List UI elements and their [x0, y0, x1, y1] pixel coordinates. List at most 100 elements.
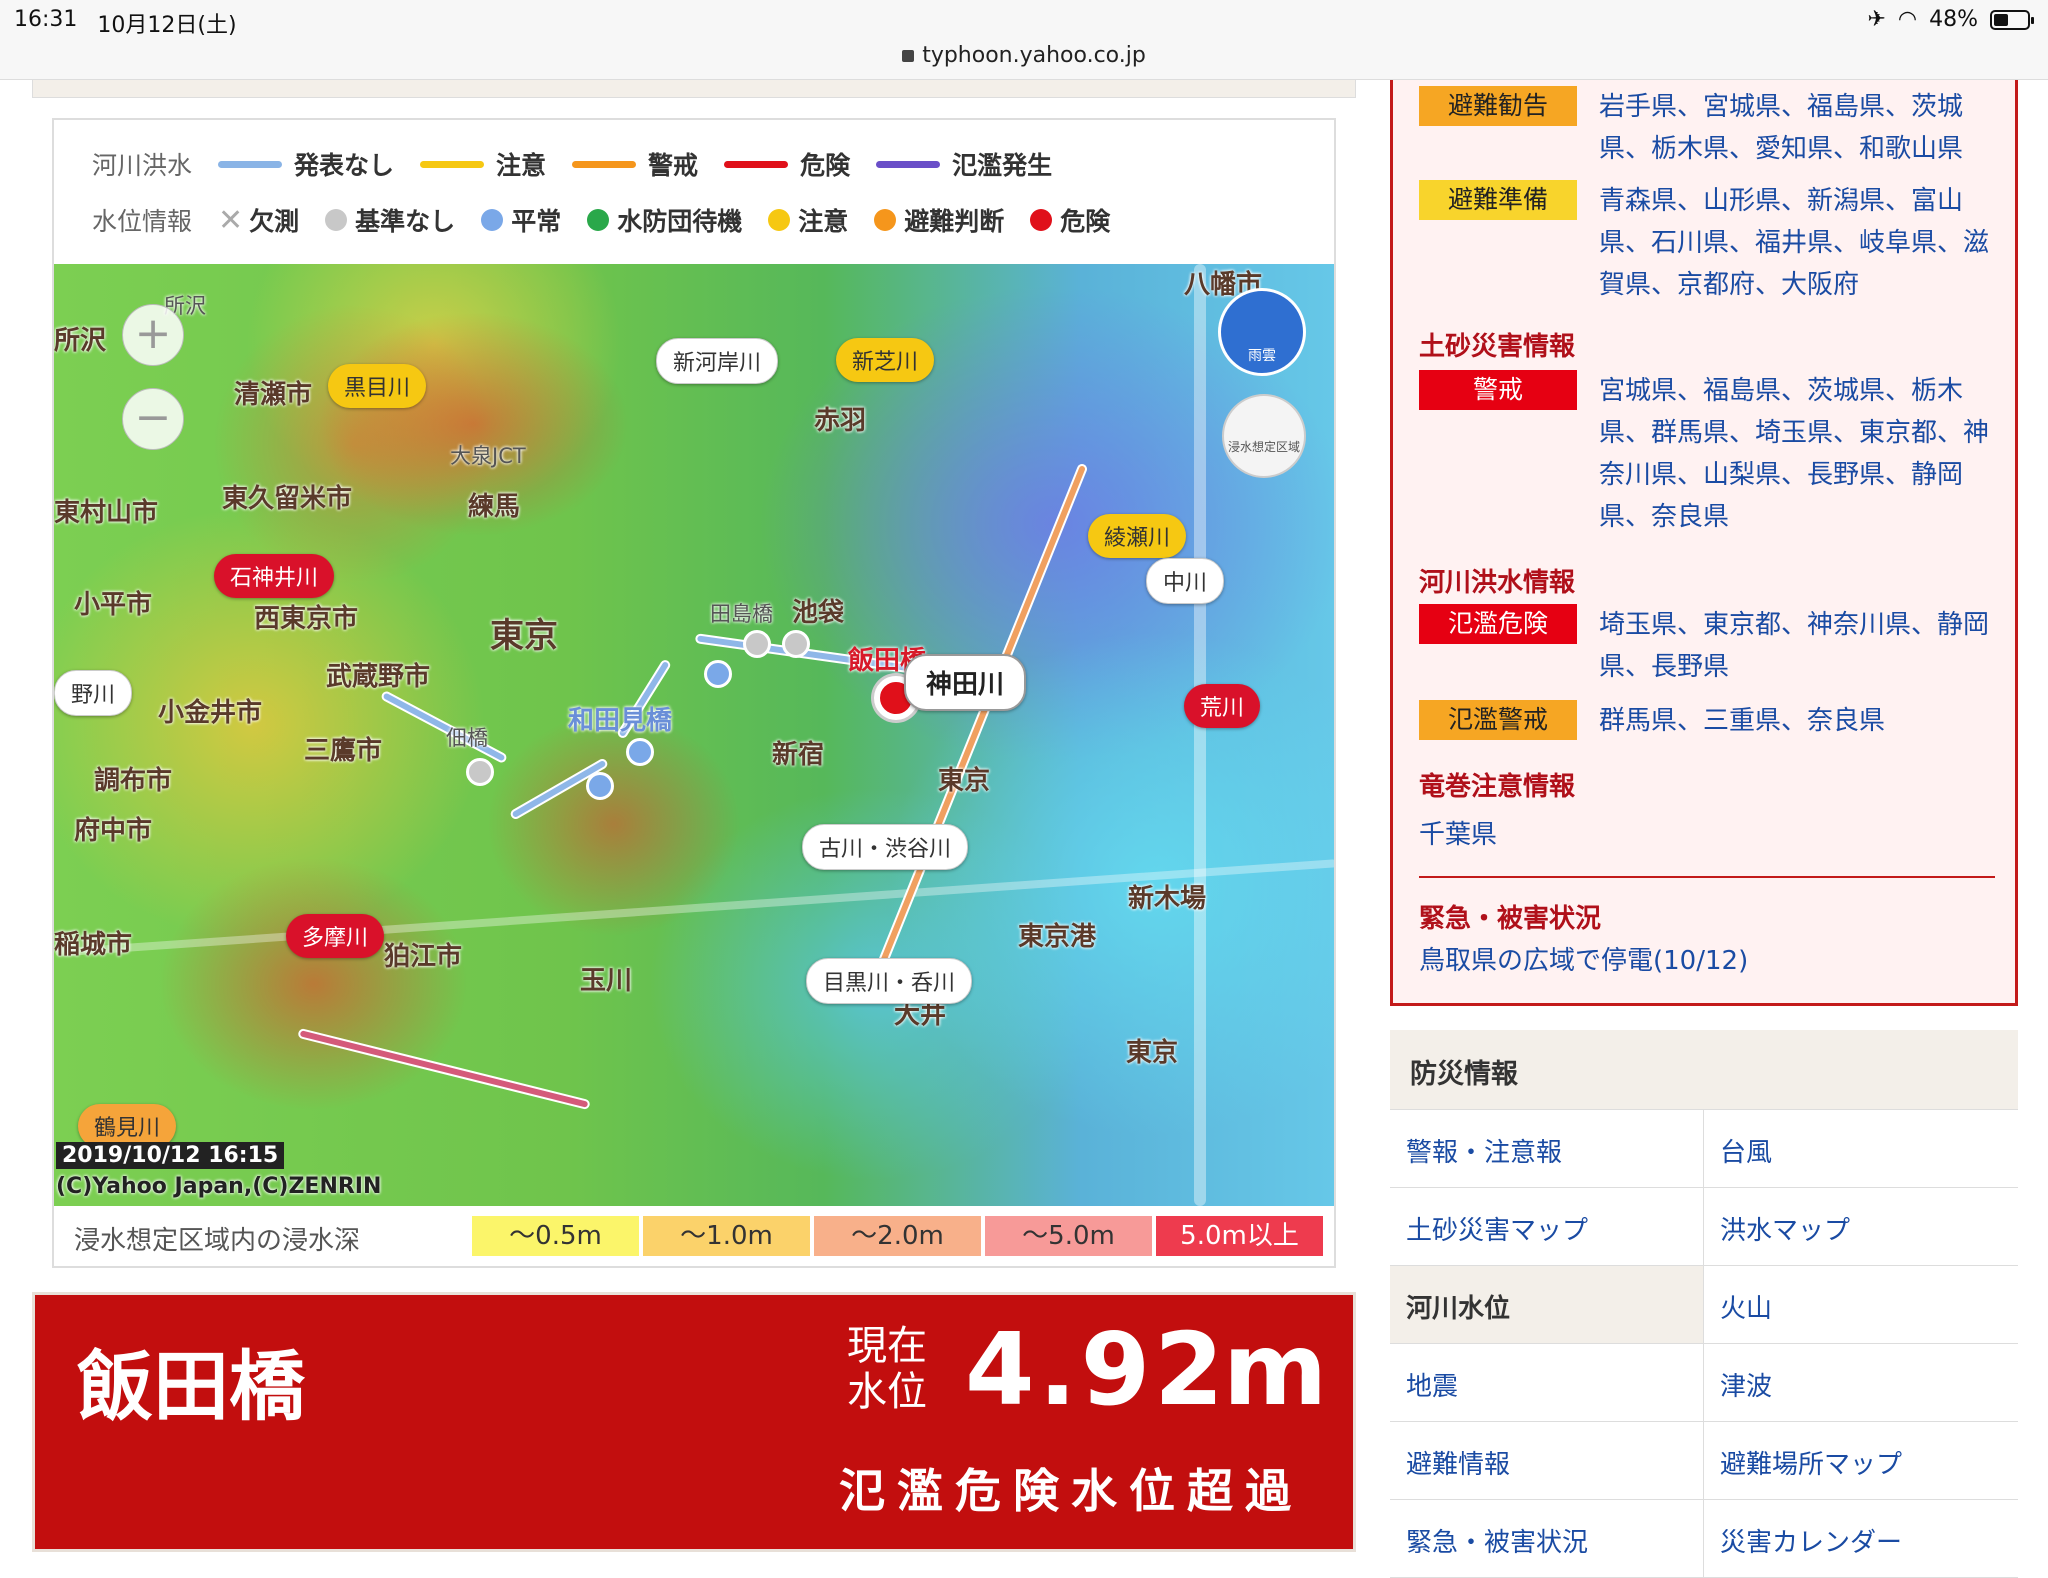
river-tag[interactable]: 石神井川 [214, 554, 335, 598]
rain-cloud-toggle[interactable]: 雨雲 [1218, 288, 1306, 376]
zoom-out-button[interactable]: − [122, 388, 184, 450]
level-legend-item: 水防団待機 [587, 202, 742, 238]
place-label: 東久留米市 [222, 484, 353, 514]
water-level-marker[interactable] [782, 630, 810, 658]
alert-panel: 避難勧告 岩手県、宮城県、福島県、茨城県、栃木県、愛知県、和歌山県 避難準備 青… [1390, 80, 2018, 1006]
menu-link[interactable]: 土砂災害マップ [1390, 1188, 1704, 1266]
airplane-icon: ✈ [1867, 7, 1886, 32]
rain-cloud-label: 雨雲 [1248, 348, 1276, 364]
missing-x-icon: ✕ [218, 202, 244, 238]
station-name: 飯田橋 [77, 1342, 305, 1431]
flood-depth-label: 浸水想定区域内の浸水深 [74, 1226, 361, 1256]
river-tag[interactable]: 中川 [1146, 558, 1225, 604]
flood-depth-legend: 浸水想定区域内の浸水深 ～0.5m ～1.0m ～2.0m ～5.0m 5.0m… [52, 1206, 1336, 1268]
menu-link[interactable]: 災害カレンダー [1704, 1500, 2018, 1578]
alert-row: 警戒 宮城県、福島県、茨城県、栃木県、群馬県、埼玉県、東京都、神奈川県、山梨県、… [1419, 370, 1999, 538]
flood-area-toggle[interactable]: 浸水想定区域 [1222, 394, 1306, 478]
water-level-marker[interactable] [626, 738, 654, 766]
alert-row: 氾濫危険 埼玉県、東京都、神奈川県、静岡県、長野県 [1419, 604, 1999, 688]
alert-prefs[interactable]: 千葉県 [1419, 814, 1497, 851]
map-legend: 河川洪水 発表なし 注意 警戒 危険 氾濫発生 水位情報 ✕ 欠測 基準なし 平常… [52, 118, 1336, 268]
flood-area-label: 浸水想定区域 [1227, 440, 1300, 454]
menu-link[interactable]: 避難場所マップ [1704, 1422, 2018, 1500]
place-label: 新宿 [772, 740, 825, 770]
alert-prefs[interactable]: 青森県、山形県、新潟県、富山県、石川県、福井県、岐阜県、滋賀県、京都府、大阪府 [1599, 180, 1999, 306]
alert-badge: 避難準備 [1419, 180, 1577, 220]
river-tag[interactable]: 新芝川 [836, 338, 935, 382]
station-label: 佃橋 [446, 726, 488, 750]
menu-link[interactable]: 火山 [1704, 1266, 2018, 1344]
place-label: 東京 [1126, 1038, 1179, 1068]
place-label: 小金井市 [158, 698, 263, 728]
date: 10月12日(土) [97, 13, 237, 38]
current-level-value: 4.92 [965, 1311, 1228, 1428]
emergency-link[interactable]: 鳥取県の広域で停電(10/12) [1419, 940, 1748, 977]
depth-cell: ～5.0m [985, 1216, 1152, 1256]
current-level-label: 現在 水位 [847, 1323, 927, 1415]
place-label: 三鷹市 [304, 736, 383, 766]
river-legend-item: 発表なし [218, 146, 394, 182]
menu-link[interactable]: 洪水マップ [1704, 1188, 2018, 1266]
river-legend-head: 河川洪水 [92, 151, 193, 180]
clock: 16:31 [14, 7, 78, 32]
disaster-info-menu: 防災情報 警報・注意報 台風 土砂災害マップ 洪水マップ 河川水位 火山 地震 … [1390, 1030, 2018, 1578]
menu-link[interactable]: 津波 [1704, 1344, 2018, 1422]
menu-link[interactable]: 地震 [1390, 1344, 1704, 1422]
map-timestamp: 2019/10/12 16:15 [56, 1142, 285, 1169]
place-label: 練馬 [468, 492, 521, 522]
river-tag[interactable]: 古川・渋谷川 [802, 824, 969, 870]
river-tag[interactable]: 黒目川 [328, 364, 427, 408]
alert-row: 氾濫警戒 群馬県、三重県、奈良県 [1419, 700, 1999, 742]
level-status: 氾濫危険水位超過 [839, 1464, 1303, 1518]
map[interactable]: 所沢 所沢 清瀬市 東村山市 東久留米市 大泉JCT 練馬 小平市 西東京市 武… [52, 264, 1336, 1206]
alert-prefs[interactable]: 岩手県、宮城県、福島県、茨城県、栃木県、愛知県、和歌山県 [1599, 86, 1999, 170]
place-label: 清瀬市 [234, 380, 313, 410]
river-legend-item: 危険 [724, 146, 850, 182]
alert-heading: 竜巻注意情報 [1419, 772, 1576, 802]
menu-link[interactable]: 台風 [1704, 1110, 2018, 1188]
alert-badge: 氾濫危険 [1419, 604, 1577, 644]
alert-badge: 避難勧告 [1419, 86, 1577, 126]
current-level-unit: m [1223, 1311, 1328, 1428]
zoom-in-button[interactable]: + [122, 304, 184, 366]
level-legend-row: 水位情報 ✕ 欠測 基準なし 平常 水防団待機 注意 避難判断 危険 [92, 202, 1136, 238]
battery-percent: 48% [1929, 7, 1978, 32]
river-legend-item: 氾濫発生 [876, 146, 1052, 182]
station-label: 田島橋 [710, 602, 773, 626]
river-legend-row: 河川洪水 発表なし 注意 警戒 危険 氾濫発生 [92, 146, 1078, 182]
divider [1419, 876, 1995, 878]
alert-prefs[interactable]: 埼玉県、東京都、神奈川県、静岡県、長野県 [1599, 604, 1999, 688]
river-tag[interactable]: 野川 [54, 670, 133, 716]
water-level-banner: 飯田橋 現在 水位 4.92 m 氾濫危険水位超過 [32, 1292, 1356, 1552]
water-level-marker[interactable] [586, 772, 614, 800]
lock-icon [902, 50, 915, 62]
water-level-marker[interactable] [743, 630, 771, 658]
menu-title: 防災情報 [1390, 1030, 2018, 1110]
level-legend-head: 水位情報 [92, 207, 193, 236]
place-label: 稲城市 [54, 930, 133, 960]
river-tag[interactable]: 目黒川・呑川 [806, 958, 973, 1004]
water-level-marker[interactable] [466, 758, 494, 786]
depth-cell: ～1.0m [643, 1216, 810, 1256]
river-tag-selected[interactable]: 神田川 [904, 654, 1027, 711]
river-tag[interactable]: 多摩川 [286, 914, 385, 958]
menu-link[interactable]: 避難情報 [1390, 1422, 1704, 1500]
place-label: 大泉JCT [450, 444, 526, 468]
river-tag[interactable]: 荒川 [1184, 684, 1261, 728]
place-label: 玉川 [580, 966, 633, 996]
alert-badge: 警戒 [1419, 370, 1577, 410]
alert-prefs[interactable]: 群馬県、三重県、奈良県 [1599, 700, 1999, 742]
river-tag[interactable]: 綾瀬川 [1088, 514, 1187, 558]
address-bar[interactable]: typhoon.yahoo.co.jp [0, 40, 2048, 80]
alert-badge: 氾濫警戒 [1419, 700, 1577, 740]
level-legend-item: 危険 [1030, 202, 1110, 238]
water-level-marker[interactable] [704, 660, 732, 688]
alert-prefs[interactable]: 宮城県、福島県、茨城県、栃木県、群馬県、埼玉県、東京都、神奈川県、山梨県、長野県… [1599, 370, 1999, 538]
alert-heading: 緊急・被害状況 [1419, 904, 1602, 934]
river-tag[interactable]: 新河岸川 [656, 338, 779, 384]
level-legend-item: ✕ 欠測 [218, 202, 300, 238]
menu-link[interactable]: 緊急・被害状況 [1390, 1500, 1704, 1578]
menu-link-active[interactable]: 河川水位 [1390, 1266, 1704, 1344]
alert-heading: 土砂災害情報 [1419, 332, 1576, 362]
menu-link[interactable]: 警報・注意報 [1390, 1110, 1704, 1188]
